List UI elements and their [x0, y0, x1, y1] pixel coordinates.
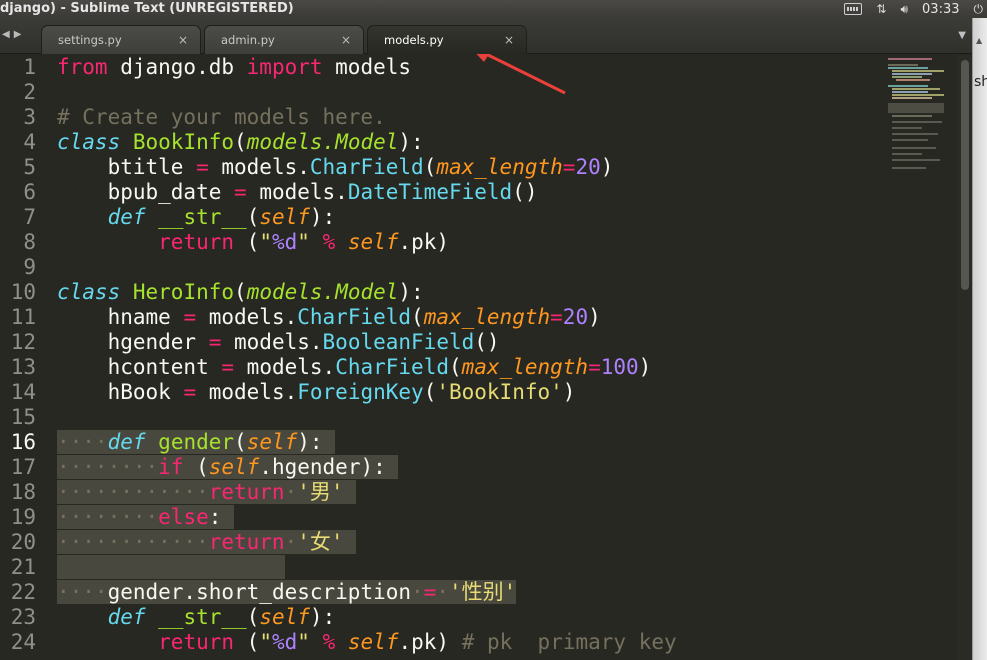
window-titlebar: django) - Sublime Text (UNREGISTERED) ⇅ …	[0, 0, 987, 18]
code-text[interactable]: hcontent = models.CharField(max_length=1…	[57, 355, 652, 380]
code-text[interactable]: return ("%d" % self.pk) # pk primary key	[57, 630, 676, 655]
scroll-up-icon: ▲	[976, 36, 983, 45]
close-icon[interactable]: ×	[504, 26, 514, 54]
code-line[interactable]: 1 from django.db import models	[0, 55, 958, 80]
close-icon[interactable]: ×	[341, 26, 351, 54]
system-tray: ⇅ 🔊︎ 03:33 ⏻	[830, 0, 987, 18]
code-line[interactable]: 6 bpub_date = models.DateTimeField()	[0, 180, 958, 205]
line-number[interactable]: 5	[0, 155, 36, 180]
code-line[interactable]: 8 return ("%d" % self.pk)	[0, 230, 958, 255]
tab-admin[interactable]: admin.py ×	[204, 25, 364, 54]
code-text[interactable]: class BookInfo(models.Model):	[57, 130, 424, 155]
code-line[interactable]: 17 ········if (self.hgender):	[0, 455, 958, 480]
line-number[interactable]: 16	[0, 430, 36, 455]
code-text[interactable]: # Create your models here.	[57, 105, 386, 130]
window-title: django) - Sublime Text (UNREGISTERED)	[0, 1, 294, 16]
line-number[interactable]: 15	[0, 405, 36, 430]
tab-bar: ◀▶ settings.py × admin.py × models.py × …	[0, 18, 972, 54]
code-line[interactable]: 7 def __str__(self):	[0, 205, 958, 230]
line-number[interactable]: 24	[0, 630, 36, 655]
scrollbar-thumb[interactable]	[961, 60, 969, 290]
code-line[interactable]: 5 btitle = models.CharField(max_length=2…	[0, 155, 958, 180]
line-number[interactable]: 10	[0, 280, 36, 305]
line-number[interactable]: 8	[0, 230, 36, 255]
close-icon[interactable]: ×	[178, 26, 188, 54]
code-line[interactable]: 12 hgender = models.BooleanField()	[0, 330, 958, 355]
code-line[interactable]: 10 class HeroInfo(models.Model):	[0, 280, 958, 305]
code-line[interactable]: 16 ····def gender(self):	[0, 430, 958, 455]
line-number[interactable]: 4	[0, 130, 36, 155]
code-text[interactable]: ········if (self.hgender):	[57, 455, 399, 480]
keyboard-icon[interactable]	[844, 3, 863, 15]
code-line[interactable]: 3 # Create your models here.	[0, 105, 958, 130]
code-text[interactable]: hgender = models.BooleanField()	[57, 330, 500, 355]
code-line[interactable]: 19 ········else:	[0, 505, 958, 530]
code-editor[interactable]: 1 from django.db import models 2 3 # Create …	[0, 55, 958, 660]
line-number[interactable]: 14	[0, 380, 36, 405]
tab-list-dropdown-icon[interactable]: ▼	[958, 30, 966, 41]
code-line[interactable]: 2	[0, 80, 958, 105]
line-number[interactable]: 1	[0, 55, 36, 80]
line-number[interactable]: 18	[0, 480, 36, 505]
code-line[interactable]: 15	[0, 405, 958, 430]
code-line[interactable]: 21	[0, 555, 958, 580]
line-number[interactable]: 12	[0, 330, 36, 355]
tab-label: admin.py	[221, 33, 275, 47]
tab-models[interactable]: models.py ×	[367, 25, 527, 54]
line-number[interactable]: 23	[0, 605, 36, 630]
vertical-scrollbar[interactable]	[958, 55, 972, 660]
line-number[interactable]: 3	[0, 105, 36, 130]
code-text[interactable]: ············return·'女'	[57, 530, 357, 555]
code-text[interactable]: hname = models.CharField(max_length=20)	[57, 305, 601, 330]
code-text[interactable]: from django.db import models	[57, 55, 411, 80]
line-number[interactable]: 2	[0, 80, 36, 105]
line-number[interactable]: 19	[0, 505, 36, 530]
clock[interactable]: 03:33	[922, 1, 959, 18]
tab-settings[interactable]: settings.py ×	[41, 25, 201, 54]
background-window-text: sh	[974, 74, 987, 90]
tab-scroll-arrows-icon[interactable]: ◀▶	[2, 29, 25, 40]
code-line[interactable]: 20 ············return·'女'	[0, 530, 958, 555]
code-line[interactable]: 18 ············return·'男'	[0, 480, 958, 505]
power-icon[interactable]: ⏻	[974, 1, 984, 18]
code-line[interactable]: 22 ····gender.short_description·=·'性别'	[0, 580, 958, 605]
line-number[interactable]: 11	[0, 305, 36, 330]
code-line[interactable]: 4 class BookInfo(models.Model):	[0, 130, 958, 155]
code-line[interactable]: 24 return ("%d" % self.pk) # pk primary …	[0, 630, 958, 655]
code-text[interactable]: def __str__(self):	[57, 205, 336, 230]
minimap[interactable]	[884, 55, 954, 185]
code-text[interactable]	[57, 555, 285, 580]
code-line[interactable]: 14 hBook = models.ForeignKey('BookInfo')	[0, 380, 958, 405]
code-text[interactable]: ····gender.short_description·=·'性别'	[57, 580, 517, 605]
line-number[interactable]: 21	[0, 555, 36, 580]
code-line[interactable]: 11 hname = models.CharField(max_length=2…	[0, 305, 958, 330]
code-text[interactable]: ············return·'男'	[57, 480, 357, 505]
code-text[interactable]: btitle = models.CharField(max_length=20)	[57, 155, 614, 180]
tab-label: models.py	[384, 33, 444, 47]
background-window-edge: ▲ sh	[972, 18, 987, 660]
code-line[interactable]: 23 def __str__(self):	[0, 605, 958, 630]
line-number[interactable]: 22	[0, 580, 36, 605]
line-number[interactable]: 6	[0, 180, 36, 205]
code-text[interactable]: def __str__(self):	[57, 605, 336, 630]
code-text[interactable]: ········else:	[57, 505, 235, 530]
line-number[interactable]: 13	[0, 355, 36, 380]
line-number[interactable]: 9	[0, 255, 36, 280]
network-icon[interactable]: ⇅	[876, 1, 886, 18]
line-number[interactable]: 17	[0, 455, 36, 480]
line-number[interactable]: 7	[0, 205, 36, 230]
code-text[interactable]: ····def gender(self):	[57, 430, 336, 455]
code-text[interactable]: hBook = models.ForeignKey('BookInfo')	[57, 380, 576, 405]
code-text[interactable]: bpub_date = models.DateTimeField()	[57, 180, 538, 205]
line-number[interactable]: 20	[0, 530, 36, 555]
code-line[interactable]: 13 hcontent = models.CharField(max_lengt…	[0, 355, 958, 380]
volume-icon[interactable]: 🔊︎	[900, 1, 908, 18]
tab-label: settings.py	[58, 33, 122, 47]
code-line[interactable]: 9	[0, 255, 958, 280]
code-text[interactable]: class HeroInfo(models.Model):	[57, 280, 424, 305]
code-text[interactable]: return ("%d" % self.pk)	[57, 230, 449, 255]
